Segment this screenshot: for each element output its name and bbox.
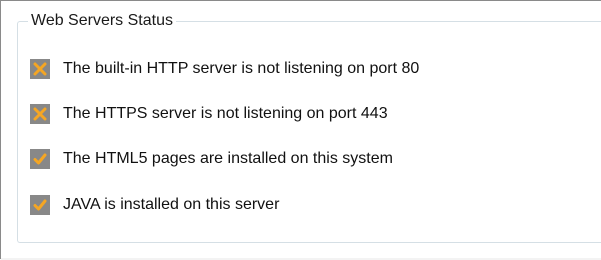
web-servers-status-panel: Web Servers Status The built-in HTTP ser… <box>0 0 601 260</box>
status-item-label: The HTML5 pages are installed on this sy… <box>63 150 393 167</box>
status-item-https: The HTTPS server is not listening on por… <box>30 101 388 127</box>
status-item-label: The HTTPS server is not listening on por… <box>63 105 388 122</box>
status-item-label: JAVA is installed on this server <box>63 196 280 213</box>
status-item-label: The built-in HTTP server is not listenin… <box>63 60 420 77</box>
checkmark-icon <box>30 195 50 215</box>
status-item-java: JAVA is installed on this server <box>30 192 279 218</box>
status-item-html5: The HTML5 pages are installed on this sy… <box>30 146 393 172</box>
groupbox-title: Web Servers Status <box>28 12 176 30</box>
x-mark-icon <box>30 59 50 79</box>
checkmark-icon <box>30 149 50 169</box>
status-item-http: The built-in HTTP server is not listenin… <box>30 56 419 82</box>
x-mark-icon <box>30 104 50 124</box>
